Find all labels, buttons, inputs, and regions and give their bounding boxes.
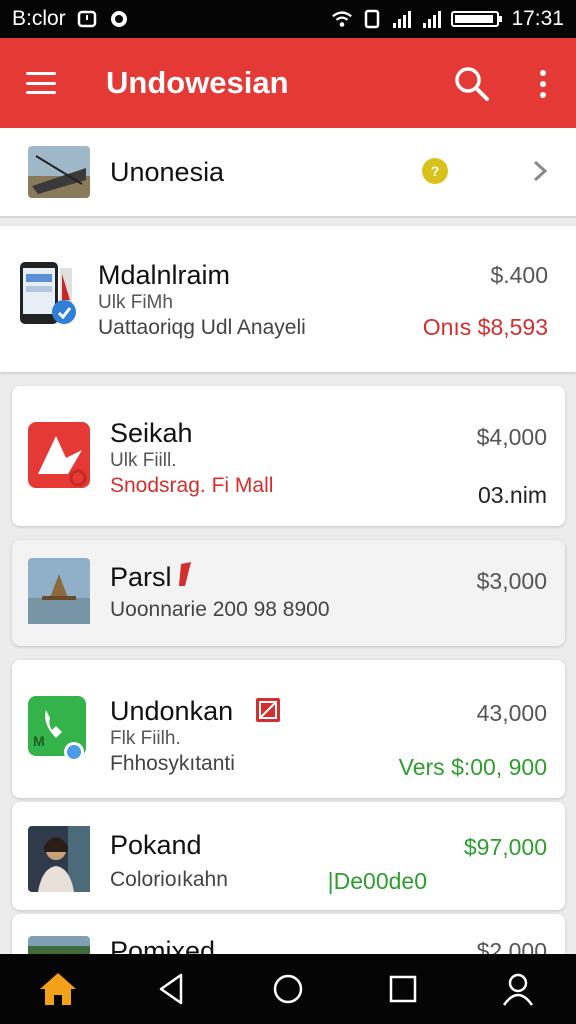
chevron-right-icon	[533, 160, 548, 182]
nfc-icon	[365, 9, 380, 29]
info-badge: ?	[422, 158, 448, 184]
menu-icon[interactable]	[26, 72, 56, 94]
recents-icon[interactable]	[381, 967, 425, 1011]
battery-icon	[451, 11, 503, 27]
region-label: Unonesia	[110, 156, 225, 187]
home-circle-icon[interactable]	[266, 967, 310, 1011]
signal-icon	[393, 11, 412, 28]
item-price: $4,000	[476, 424, 547, 450]
item-name-text: Undonkan	[110, 696, 234, 726]
item-sub: Flk Fiilh.	[110, 728, 181, 749]
item-price: $.400	[490, 262, 548, 288]
search-icon[interactable]	[452, 64, 492, 104]
red-tag-icon	[255, 698, 280, 722]
item-sub: Ulk FiMh	[98, 292, 173, 313]
red-app-icon	[28, 422, 90, 488]
region-thumbnail	[28, 146, 90, 198]
item-secondary: Onıs $8,593	[422, 314, 548, 340]
list-item[interactable]: Mdalnlraim Ulk FiMh Uattaoriqg Udl Anaye…	[0, 226, 576, 372]
list-item[interactable]: Seikah Ulk Fiill. Snodsrag. Fi Mall $4,0…	[12, 386, 565, 526]
app-bar: Undowesian	[0, 38, 576, 128]
list-item[interactable]: M Undonkan Flk Fiilh. Fhhosykıtanti 43,0…	[12, 660, 565, 798]
phone-call-app-icon: M	[28, 696, 86, 762]
navigation-bar	[0, 954, 576, 1024]
item-name: Seikah	[110, 418, 193, 448]
item-price: 43,000	[476, 700, 547, 726]
sync-icon	[110, 11, 127, 27]
item-detail: Uoonnarie 200 98 8900	[110, 598, 330, 621]
list-item[interactable]: Parsl Uoonnarie 200 98 8900 $3,000	[12, 540, 565, 646]
status-left-text: B:clor	[12, 7, 66, 30]
phone-app-icon	[20, 262, 76, 324]
app-title: Undowesian	[106, 65, 289, 100]
item-secondary: 03.nim	[477, 482, 547, 508]
item-price: $97,000	[463, 834, 547, 860]
item-name: Pokand	[110, 830, 202, 860]
item-detail: Uattaoriqg Udl Anayeli	[98, 316, 306, 339]
item-name: Parsl	[110, 562, 193, 593]
item-detail: Fhhosykıtanti	[110, 752, 235, 775]
wifi-icon	[332, 11, 353, 27]
item-detail: Colorioıkahn	[110, 868, 228, 891]
list-item[interactable]: Pokand Colorioıkahn $97,000 |De00de0	[12, 802, 565, 910]
item-sub: Ulk Fiill.	[110, 450, 177, 471]
item-secondary: Vers $:00, 900	[398, 754, 547, 780]
person-thumbnail	[28, 826, 90, 892]
home-icon[interactable]	[36, 967, 80, 1011]
item-secondary: |De00de0	[327, 868, 427, 894]
back-icon[interactable]	[151, 967, 195, 1011]
item-detail: Snodsrag. Fi Mall	[110, 474, 274, 497]
red-flag-icon	[179, 562, 192, 586]
item-name: Undonkan	[110, 696, 281, 727]
signal-2-icon	[423, 11, 442, 28]
status-time: 17:31	[511, 7, 564, 30]
region-row[interactable]: Unonesia ?	[0, 128, 576, 218]
alarm-icon	[77, 10, 96, 28]
more-vert-icon[interactable]	[530, 66, 556, 102]
item-name-text: Parsl	[110, 562, 172, 592]
status-bar: B:clor 17:31	[0, 0, 576, 38]
svg-text:M: M	[33, 733, 45, 749]
landscape-thumbnail	[28, 558, 90, 624]
item-name: Mdalnlraim	[98, 260, 231, 290]
profile-icon[interactable]	[496, 967, 540, 1011]
item-price: $3,000	[476, 568, 547, 594]
